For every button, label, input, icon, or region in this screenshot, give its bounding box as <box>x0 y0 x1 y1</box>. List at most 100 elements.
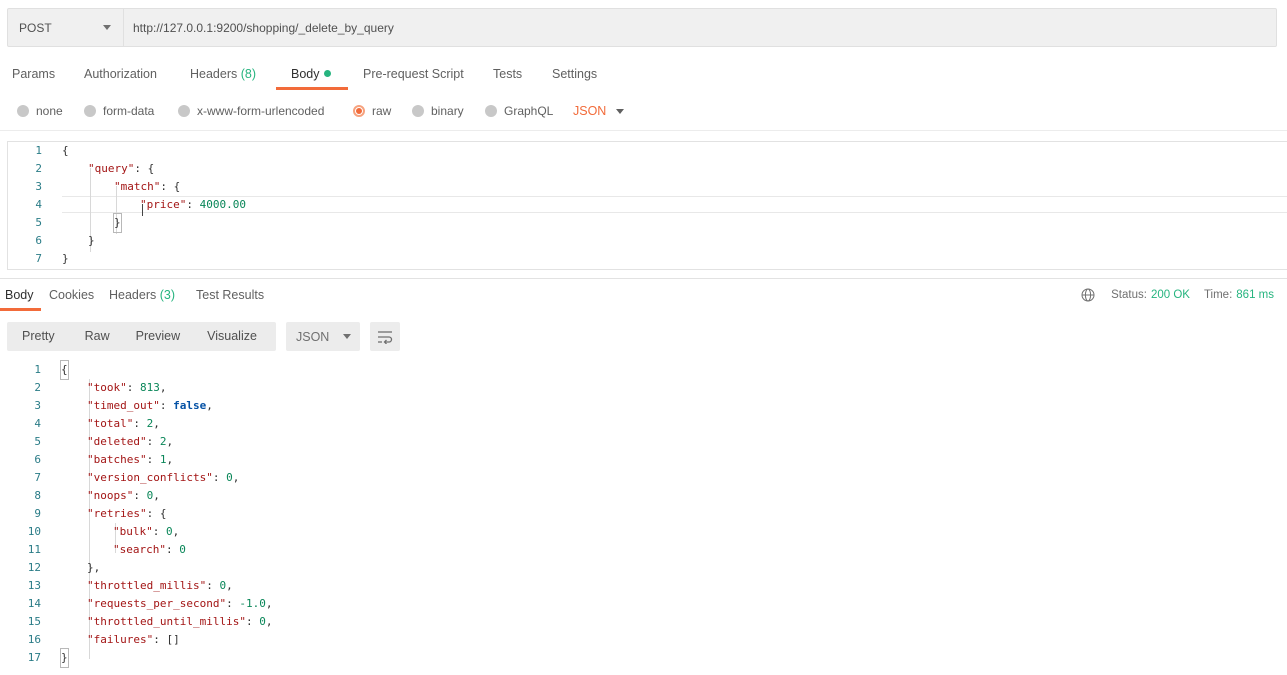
divider <box>0 130 1287 131</box>
button-label: Pretty <box>22 329 55 343</box>
wrap-lines-icon <box>378 330 393 344</box>
code-text: "match": { <box>114 180 181 193</box>
line-number: 8 <box>34 489 41 502</box>
tab-label: Settings <box>552 67 598 81</box>
response-status: Status: 200 OK Time: 861 ms <box>1081 280 1274 310</box>
code-line: 13 "throttled_millis": 0, <box>7 577 1287 595</box>
chevron-down-icon <box>103 25 111 30</box>
radio-raw[interactable]: raw <box>353 104 391 118</box>
tab-body[interactable]: Body <box>291 58 331 90</box>
line-number: 11 <box>27 543 41 556</box>
url-input[interactable]: http://127.0.0.1:9200/shopping/_delete_b… <box>124 9 1276 46</box>
method-select[interactable]: POST <box>8 9 124 46</box>
code-line: 9 "retries": { <box>7 505 1287 523</box>
tab-authorization[interactable]: Authorization <box>84 58 157 90</box>
button-label: Visualize <box>207 329 257 343</box>
request-tabs: Params Authorization Headers (8) Body Pr… <box>0 58 1287 90</box>
line-number: 1 <box>35 144 42 157</box>
globe-icon[interactable] <box>1081 288 1095 302</box>
code-text: "total": 2, <box>87 417 160 430</box>
tab-settings[interactable]: Settings <box>552 58 597 90</box>
radio-checked-icon <box>353 105 365 117</box>
status-value[interactable]: 200 OK <box>1151 289 1190 301</box>
code-text: "requests_per_second": -1.0, <box>87 597 273 610</box>
response-tabs: Body Cookies Headers (3) Test Results St… <box>0 280 1287 311</box>
line-number: 2 <box>34 381 41 394</box>
view-pretty-button[interactable]: Pretty <box>22 322 55 351</box>
code-text: "took": 813, <box>87 381 167 394</box>
radio-label: x-www-form-urlencoded <box>197 104 325 118</box>
line-number: 4 <box>35 198 42 211</box>
radio-circle-icon <box>178 105 190 117</box>
code-line: 14 "requests_per_second": -1.0, <box>7 595 1287 613</box>
view-preview-button[interactable]: Preview <box>136 322 180 351</box>
tab-label: Tests <box>493 67 523 81</box>
request-url-bar: POST http://127.0.0.1:9200/shopping/_del… <box>7 8 1277 47</box>
radio-label: none <box>36 104 63 118</box>
radio-binary[interactable]: binary <box>412 104 464 118</box>
code-text: } <box>60 648 69 668</box>
radio-graphql[interactable]: GraphQL <box>485 104 553 118</box>
tab-label: Cookies <box>49 288 95 302</box>
code-line: 5} <box>8 213 1287 233</box>
code-line: 11 "search": 0 <box>7 541 1287 559</box>
body-format-select[interactable]: JSON <box>573 104 625 118</box>
code-text: "query": { <box>88 162 155 175</box>
code-text: "retries": { <box>87 507 167 520</box>
code-line: 15 "throttled_until_millis": 0, <box>7 613 1287 631</box>
radio-x-www-form-urlencoded[interactable]: x-www-form-urlencoded <box>178 104 324 118</box>
code-text: "batches": 1, <box>87 453 174 466</box>
code-line: 10 "bulk": 0, <box>7 523 1287 541</box>
time-value[interactable]: 861 ms <box>1236 289 1274 301</box>
radio-none[interactable]: none <box>17 104 63 118</box>
tab-label: Headers <box>109 288 157 302</box>
line-number: 15 <box>27 615 41 628</box>
code-text: "search": 0 <box>113 543 186 556</box>
line-number: 16 <box>27 633 41 646</box>
line-number: 14 <box>27 597 41 610</box>
code-text: } <box>88 234 95 247</box>
chevron-down-icon <box>343 334 352 339</box>
view-visualize-button[interactable]: Visualize <box>207 322 257 351</box>
code-line: 2 "query": { <box>8 160 1287 178</box>
line-number: 10 <box>27 525 41 538</box>
wrap-lines-button[interactable] <box>370 322 400 351</box>
tab-headers[interactable]: Headers (8) <box>190 58 256 90</box>
tab-params[interactable]: Params <box>12 58 55 90</box>
code-line: 5 "deleted": 2, <box>7 433 1287 451</box>
headers-count-badge: (8) <box>240 67 257 81</box>
tab-label: Params <box>12 67 56 81</box>
chevron-down-icon <box>616 108 625 114</box>
radio-circle-icon <box>412 105 424 117</box>
line-number: 5 <box>34 435 41 448</box>
radio-label: binary <box>431 104 464 118</box>
response-tab-headers[interactable]: Headers (3) <box>109 280 175 310</box>
code-text: "deleted": 2, <box>87 435 174 448</box>
code-line: 7 "version_conflicts": 0, <box>7 469 1287 487</box>
radio-circle-icon <box>485 105 497 117</box>
code-text: "noops": 0, <box>87 489 160 502</box>
view-raw-button[interactable]: Raw <box>85 322 110 351</box>
response-format-select[interactable]: JSON <box>286 322 360 351</box>
line-number: 6 <box>34 453 41 466</box>
tab-pre-request-script[interactable]: Pre-request Script <box>363 58 464 90</box>
response-tab-cookies[interactable]: Cookies <box>49 280 94 310</box>
request-body-editor[interactable]: 1{ 2 "query": { 3 "match": { 4 "price": 400… <box>7 141 1287 270</box>
code-line: 6} <box>8 232 1287 250</box>
response-body-viewer[interactable]: 1{ 2 "took": 813, 3 "timed_out": false, 4 "… <box>7 360 1287 671</box>
response-tab-test-results[interactable]: Test Results <box>196 280 264 310</box>
response-tab-body[interactable]: Body <box>5 280 34 310</box>
tab-tests[interactable]: Tests <box>493 58 522 90</box>
code-text: } <box>62 252 69 265</box>
tab-label: Body <box>5 288 34 302</box>
line-number: 3 <box>34 399 41 412</box>
line-number: 7 <box>34 471 41 484</box>
button-label: Raw <box>84 329 110 343</box>
code-text: "timed_out": false, <box>87 399 213 412</box>
tab-label: Headers <box>190 67 238 81</box>
radio-form-data[interactable]: form-data <box>84 104 154 118</box>
line-number: 9 <box>34 507 41 520</box>
view-mode-group: Pretty Raw Preview Visualize <box>7 322 276 351</box>
line-number: 1 <box>34 363 41 376</box>
line-number: 17 <box>27 651 41 664</box>
